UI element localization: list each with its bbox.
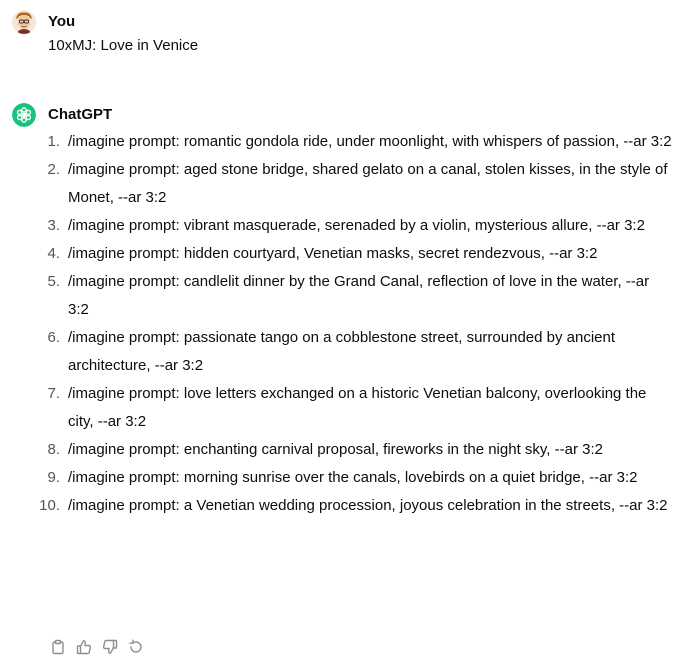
list-item: 5. /imagine prompt: candlelit dinner by t… [47,268,672,324]
list-item-number: 5. [47,273,60,290]
list-item-text: /imagine prompt: morning sunrise over th… [68,469,638,486]
list-item-number: 10. [39,497,60,514]
list-item: 9. /imagine prompt: morning sunrise over … [47,464,672,492]
copy-button[interactable] [48,637,68,657]
list-item-text: /imagine prompt: a Venetian wedding proc… [68,497,668,514]
thumbs-down-button[interactable] [100,637,120,657]
thumbs-up-icon [76,639,92,655]
list-item: 6. /imagine prompt: passionate tango on a… [47,324,672,380]
assistant-author-name: ChatGPT [48,106,113,123]
regenerate-button[interactable] [126,637,146,657]
list-item: 8. /imagine prompt: enchanting carnival p… [47,436,672,464]
list-item-text: /imagine prompt: romantic gondola ride, … [68,133,672,150]
list-item-text: /imagine prompt: enchanting carnival pro… [68,441,603,458]
list-item: 2. /imagine prompt: aged stone bridge, sh… [47,156,672,212]
list-item-number: 2. [47,161,60,178]
list-item: 7. /imagine prompt: love letters exchange… [47,380,672,436]
thumbs-up-button[interactable] [74,637,94,657]
list-item-text: /imagine prompt: aged stone bridge, shar… [68,161,668,206]
user-message-text: 10xMJ: Love in Venice [48,37,199,54]
list-item-number: 3. [47,217,60,234]
chatgpt-logo-icon [12,103,36,127]
list-item-number: 8. [47,441,60,458]
list-item: 4. /imagine prompt: hidden courtyard, Ven… [47,240,672,268]
list-item: 3. /imagine prompt: vibrant masquerade, s… [47,212,672,240]
list-item: 1. /imagine prompt: romantic gondola ride… [47,128,672,156]
list-item-text: /imagine prompt: candlelit dinner by the… [68,273,650,318]
list-item-text: /imagine prompt: love letters exchanged … [68,385,647,430]
user-avatar [12,10,36,34]
message-actions [48,637,146,657]
user-author-name: You [48,13,76,30]
list-item-number: 1. [47,133,60,150]
list-item-number: 9. [47,469,60,486]
list-item: 10. /imagine prompt: a Venetian wedding p… [39,492,672,520]
list-item-text: /imagine prompt: passionate tango on a c… [68,329,616,374]
list-item-number: 7. [47,385,60,402]
list-item-number: 6. [47,329,60,346]
prompt-list: 1. /imagine prompt: romantic gondola ride… [39,128,672,520]
list-item-number: 4. [47,245,60,262]
clipboard-icon [50,639,66,655]
list-item-text: /imagine prompt: hidden courtyard, Venet… [68,245,598,262]
list-item-text: /imagine prompt: vibrant masquerade, ser… [68,217,645,234]
regenerate-icon [128,639,144,655]
thumbs-down-icon [102,639,118,655]
